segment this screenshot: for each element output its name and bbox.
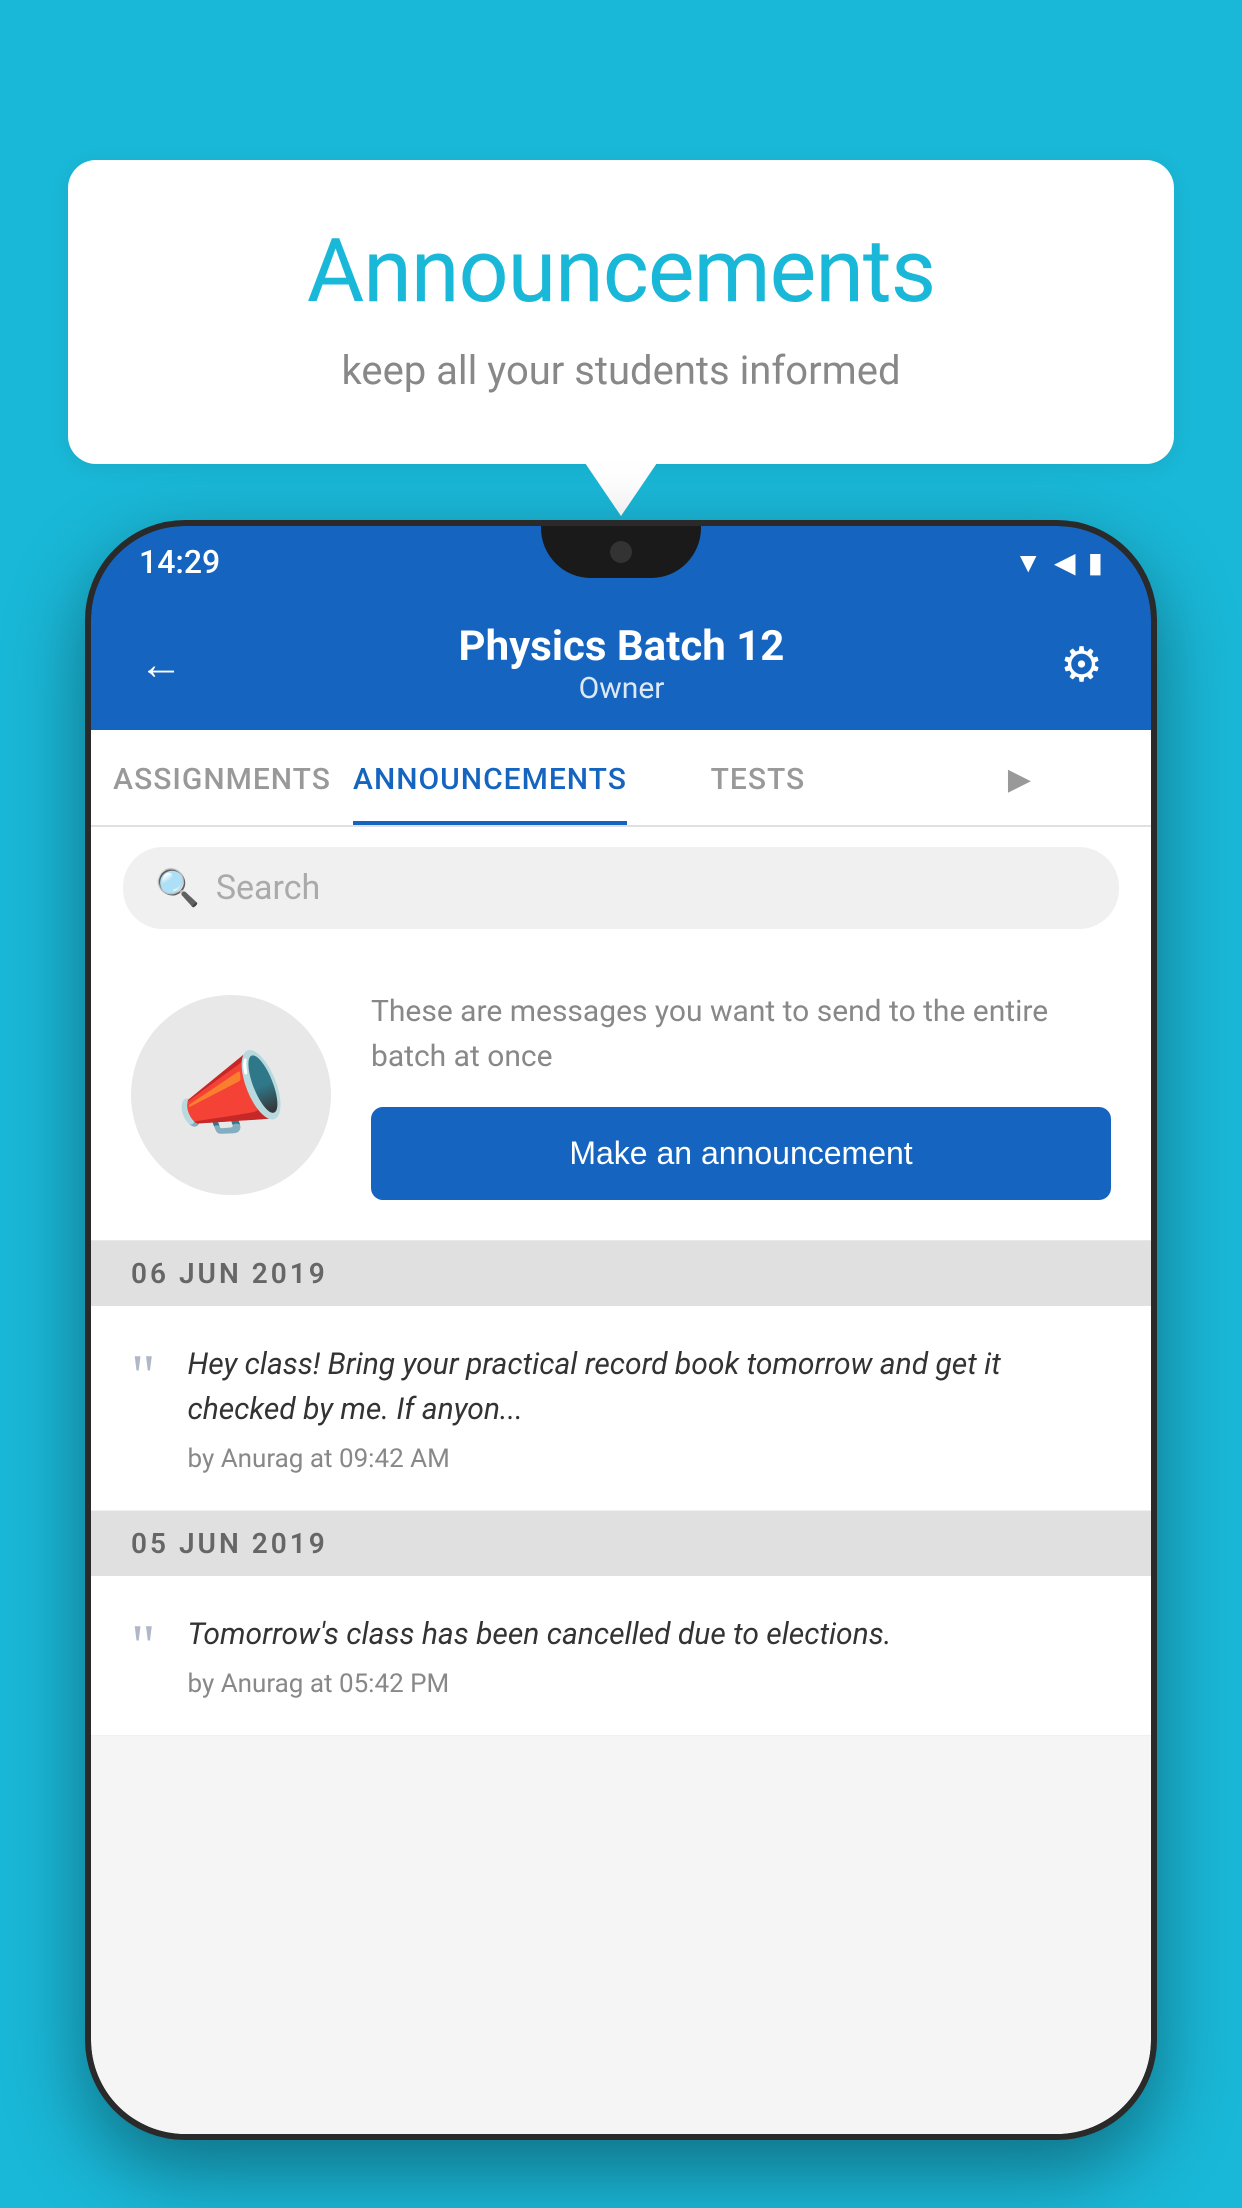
power-button bbox=[1155, 866, 1157, 986]
phone-wrapper: 14:29 ▼ ◀ ▮ ← Physics Batch 12 Owner ⚙ bbox=[85, 520, 1157, 2208]
announcement-text-block-1: Hey class! Bring your practical record b… bbox=[188, 1342, 1112, 1474]
phone-screen: 14:29 ▼ ◀ ▮ ← Physics Batch 12 Owner ⚙ bbox=[91, 526, 1151, 2134]
phone-device: 14:29 ▼ ◀ ▮ ← Physics Batch 12 Owner ⚙ bbox=[85, 520, 1157, 2140]
announcement-item-2: " Tomorrow's class has been cancelled du… bbox=[91, 1576, 1151, 1736]
screen-content: 🔍 Search 📣 These are messages you want t… bbox=[91, 827, 1151, 2134]
speech-bubble-container: Announcements keep all your students inf… bbox=[68, 160, 1174, 464]
notch bbox=[541, 526, 701, 578]
promo-block: 📣 These are messages you want to send to… bbox=[91, 949, 1151, 1241]
page-title: Physics Batch 12 bbox=[183, 622, 1060, 671]
announcement-meta-2: by Anurag at 05:42 PM bbox=[188, 1669, 1112, 1699]
tabs-bar: ASSIGNMENTS ANNOUNCEMENTS TESTS ▶ bbox=[91, 730, 1151, 827]
promo-icon-circle: 📣 bbox=[131, 995, 331, 1195]
volume-up-button bbox=[85, 826, 87, 906]
bubble-title: Announcements bbox=[128, 220, 1114, 323]
search-bar-wrapper: 🔍 Search bbox=[91, 827, 1151, 949]
make-announcement-button[interactable]: Make an announcement bbox=[371, 1107, 1111, 1200]
back-button[interactable]: ← bbox=[139, 638, 183, 690]
signal-icon: ◀ bbox=[1054, 546, 1076, 579]
header-title-block: Physics Batch 12 Owner bbox=[183, 622, 1060, 706]
battery-icon: ▮ bbox=[1088, 546, 1103, 579]
tab-tests[interactable]: TESTS bbox=[627, 730, 889, 825]
announcement-text-1: Hey class! Bring your practical record b… bbox=[188, 1342, 1112, 1432]
status-icons: ▼ ◀ ▮ bbox=[1014, 546, 1103, 579]
promo-description: These are messages you want to send to t… bbox=[371, 989, 1111, 1079]
megaphone-icon: 📣 bbox=[175, 1042, 287, 1147]
volume-down-button bbox=[85, 936, 87, 1016]
wifi-icon: ▼ bbox=[1014, 546, 1042, 579]
page-subtitle: Owner bbox=[183, 671, 1060, 706]
announcement-item-1: " Hey class! Bring your practical record… bbox=[91, 1306, 1151, 1511]
date-separator-1: 06 JUN 2019 bbox=[91, 1241, 1151, 1306]
tab-announcements[interactable]: ANNOUNCEMENTS bbox=[353, 730, 627, 825]
bubble-subtitle: keep all your students informed bbox=[128, 347, 1114, 394]
search-input[interactable]: Search bbox=[216, 868, 320, 908]
status-time: 14:29 bbox=[139, 543, 220, 581]
camera-dot bbox=[610, 541, 632, 563]
search-bar[interactable]: 🔍 Search bbox=[123, 847, 1119, 929]
quote-icon: " bbox=[131, 1346, 156, 1406]
date-separator-2: 05 JUN 2019 bbox=[91, 1511, 1151, 1576]
status-bar: 14:29 ▼ ◀ ▮ bbox=[91, 526, 1151, 598]
quote-icon-2: " bbox=[131, 1616, 156, 1676]
settings-icon[interactable]: ⚙ bbox=[1060, 636, 1103, 693]
announcement-meta-1: by Anurag at 09:42 AM bbox=[188, 1444, 1112, 1474]
speech-bubble: Announcements keep all your students inf… bbox=[68, 160, 1174, 464]
announcement-text-2: Tomorrow's class has been cancelled due … bbox=[188, 1612, 1112, 1657]
search-icon: 🔍 bbox=[155, 867, 200, 909]
app-header: ← Physics Batch 12 Owner ⚙ bbox=[91, 598, 1151, 730]
announcement-text-block-2: Tomorrow's class has been cancelled due … bbox=[188, 1612, 1112, 1699]
tab-more[interactable]: ▶ bbox=[889, 730, 1151, 825]
tab-assignments[interactable]: ASSIGNMENTS bbox=[91, 730, 353, 825]
promo-right: These are messages you want to send to t… bbox=[371, 989, 1111, 1200]
